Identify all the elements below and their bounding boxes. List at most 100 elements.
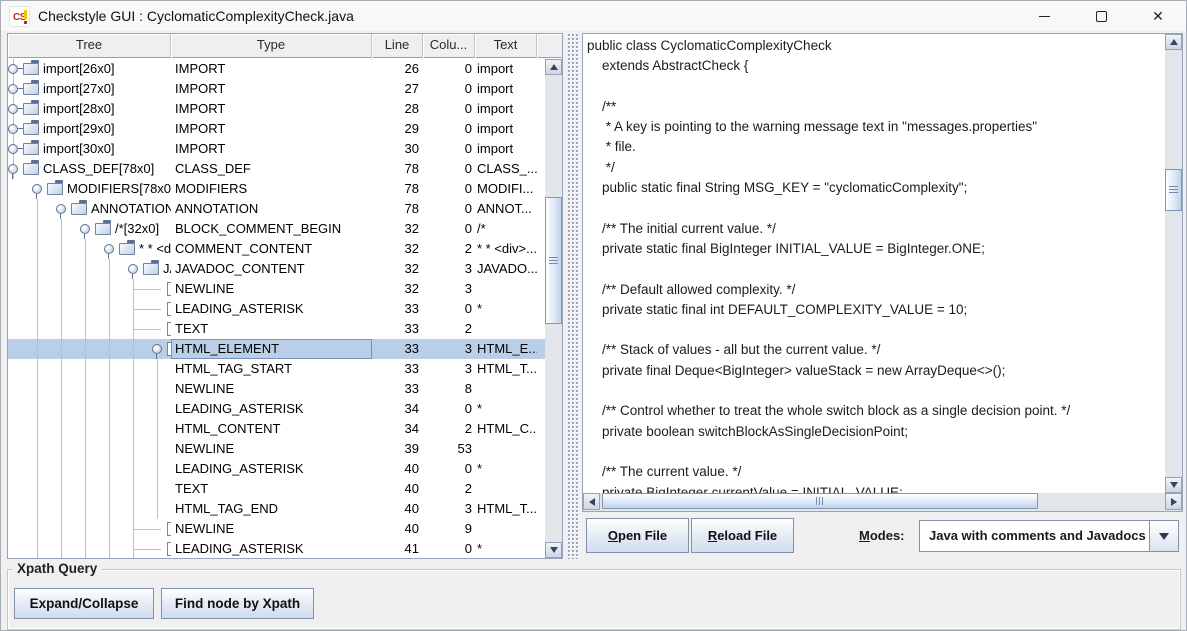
code-hscrollbar-thumb[interactable] [602,493,1038,509]
tree-row[interactable]: TEXT332 [8,319,545,339]
column-cell: 3 [423,499,475,519]
open-file-button[interactable]: Open File [586,518,689,553]
scroll-up-button[interactable] [545,59,562,75]
expanded-handle-icon[interactable] [152,344,162,354]
type-cell: COMMENT_CONTENT [171,239,372,259]
code-scroll-down-button[interactable] [1165,477,1182,493]
line-cell: 32 [372,259,423,279]
expanded-handle-icon[interactable] [80,224,90,234]
header-type[interactable]: Type [171,34,372,58]
expanded-handle-icon[interactable] [128,264,138,274]
reload-file-button[interactable]: Reload File [691,518,794,553]
tree-row[interactable]: HTML_CONTENT342HTML_C... [8,419,545,439]
code-scroll-up-button[interactable] [1165,34,1182,50]
line-cell: 29 [372,119,423,139]
type-cell: IMPORT [171,99,372,119]
tree-guide-line [133,419,134,439]
tree-scrollbar-thumb[interactable] [545,197,562,324]
maximize-button[interactable] [1078,1,1124,31]
tree-cell [8,319,171,339]
tree-cell: ANNOTATION[78x0] [8,199,171,219]
tree-guide-line [37,399,38,419]
tree-row[interactable]: LEADING_ASTERISK400* [8,459,545,479]
expanded-handle-icon[interactable] [56,204,66,214]
header-line[interactable]: Line [372,34,423,58]
expand-collapse-button[interactable]: Expand/Collapse [14,588,154,619]
tree-row[interactable]: import[30x0]IMPORT300import [8,139,545,159]
type-cell: IMPORT [171,59,372,79]
header-tree[interactable]: Tree [8,34,171,58]
tree-row[interactable]: HTML_TAG_END403HTML_T... [8,499,545,519]
tree-row[interactable]: TEXT402 [8,479,545,499]
header-column[interactable]: Colu... [423,34,475,58]
line-cell: 78 [372,159,423,179]
split-pane-divider[interactable] [567,33,579,559]
folder-icon [23,103,39,115]
tree-row[interactable]: * * <div>...COMMENT_CONTENT322* * <div>.… [8,239,545,259]
tree-row[interactable]: ANNOTATION[78x0]ANNOTATION780ANNOT... [8,199,545,219]
text-cell: import [475,119,537,139]
tree-row[interactable]: HTML_ELEMENTHTML_ELEMENT333HTML_E... [8,339,545,359]
type-cell: HTML_ELEMENT [171,339,372,359]
tree-cell: import[27x0] [8,79,171,99]
code-horizontal-scrollbar[interactable] [583,493,1182,511]
collapsed-handle-icon[interactable] [8,124,18,134]
tree-row[interactable]: NEWLINE409 [8,519,545,539]
line-cell: 40 [372,479,423,499]
code-line: public class CyclomaticComplexityCheck [587,36,1165,56]
tree-guide-line [61,519,62,539]
close-button[interactable]: ✕ [1135,1,1181,31]
tree-row[interactable]: LEADING_ASTERISK410* [8,539,545,558]
minimize-button[interactable] [1021,1,1067,31]
code-content[interactable]: public class CyclomaticComplexityCheck e… [583,34,1165,493]
tree-row[interactable]: NEWLINE323 [8,279,545,299]
tree-row[interactable]: LEADING_ASTERISK330* [8,299,545,319]
tree-row[interactable]: import[28x0]IMPORT280import [8,99,545,119]
tree-row[interactable]: NEWLINE3953 [8,439,545,459]
expanded-handle-icon[interactable] [104,244,114,254]
code-vertical-scrollbar[interactable] [1165,34,1182,493]
scroll-down-button[interactable] [545,542,562,558]
collapsed-handle-icon[interactable] [8,144,18,154]
collapsed-handle-icon[interactable] [8,104,18,114]
tree-row[interactable]: MODIFIERS[78x0]MODIFIERS780MODIFI... [8,179,545,199]
tree-row[interactable]: NEWLINE338 [8,379,545,399]
tree-guide-line [37,239,38,259]
tree-row[interactable]: JAVADOC_CONTENTJAVADOC_CONTENT323JAVADO.… [8,259,545,279]
tree-guide-line [109,539,110,558]
tree-row[interactable]: import[29x0]IMPORT290import [8,119,545,139]
tree-guide-line [37,539,38,558]
tree-row[interactable]: LEADING_ASTERISK340* [8,399,545,419]
type-cell: LEADING_ASTERISK [171,399,372,419]
tree-guide-line [133,359,134,379]
collapsed-handle-icon[interactable] [8,84,18,94]
find-node-by-xpath-button[interactable]: Find node by Xpath [161,588,314,619]
tree-row[interactable]: import[27x0]IMPORT270import [8,79,545,99]
tree-row[interactable]: /*[32x0]BLOCK_COMMENT_BEGIN320/* [8,219,545,239]
collapsed-handle-icon[interactable] [8,64,18,74]
text-cell: * * <div>... [475,239,537,259]
tree-guide-line [157,379,158,399]
tree-node-label: ANNOTATION[78x0] [91,199,171,219]
expanded-handle-icon[interactable] [8,164,18,174]
header-text[interactable]: Text [475,34,537,58]
tree-row[interactable]: CLASS_DEF[78x0]CLASS_DEF780CLASS_... [8,159,545,179]
text-cell [475,279,537,299]
tree-row[interactable]: import[26x0]IMPORT260import [8,59,545,79]
tree-guide-line [61,479,62,499]
code-scroll-left-button[interactable] [583,493,600,510]
chevron-down-icon[interactable] [1149,521,1178,551]
tree-node-label: /*[32x0] [115,219,159,239]
code-scroll-right-button[interactable] [1165,493,1182,510]
text-cell [475,379,537,399]
tree-row[interactable]: HTML_TAG_START333HTML_T... [8,359,545,379]
modes-dropdown[interactable]: Java with comments and Javadocs [919,520,1179,552]
code-line: private boolean switchBlockAsSingleDecis… [587,422,1165,442]
type-cell: MODIFIERS [171,179,372,199]
expanded-handle-icon[interactable] [32,184,42,194]
column-cell: 3 [423,339,475,359]
type-cell: BLOCK_COMMENT_BEGIN [171,219,372,239]
code-vscrollbar-thumb[interactable] [1165,169,1182,211]
code-line: /** Control whether to treat the whole s… [587,401,1165,421]
tree-vertical-scrollbar[interactable] [545,59,562,558]
